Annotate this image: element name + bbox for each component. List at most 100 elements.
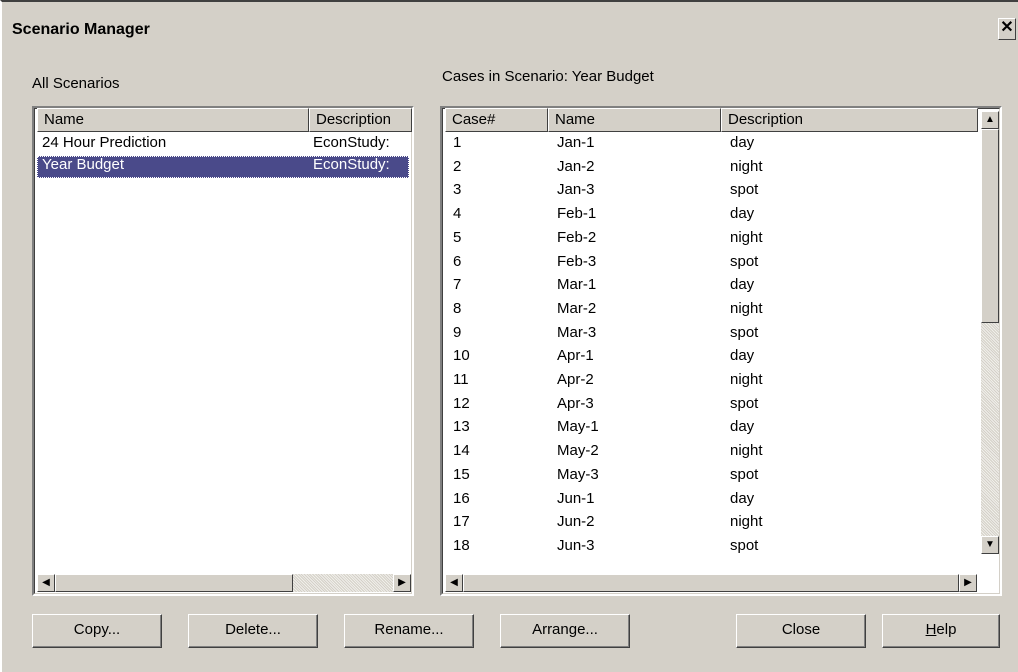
case-name: Mar-2 — [557, 299, 597, 317]
cases-label: Cases in Scenario: Year Budget — [442, 68, 654, 85]
arrange-button[interactable]: Arrange... — [500, 614, 630, 648]
help-mnemonic: H — [925, 621, 937, 638]
case-name: May-3 — [557, 465, 599, 483]
case-row[interactable]: 17 Jun-2 night — [445, 513, 979, 535]
case-row[interactable]: 11 Apr-2 night — [445, 371, 979, 393]
scenario-row[interactable]: Year Budget EconStudy: — [37, 156, 409, 178]
case-case: 11 — [453, 371, 469, 388]
case-row[interactable]: 6 Feb-3 spot — [445, 253, 979, 275]
all-scenarios-label: All Scenarios — [32, 75, 120, 92]
cases-scroll-up-button[interactable]: ▲ — [981, 111, 999, 129]
right-arrow-icon: ▶ — [964, 577, 972, 588]
cases-col-description-header[interactable]: Description — [721, 108, 978, 132]
title-bar[interactable]: Scenario Manager ✕ — [4, 16, 1016, 46]
case-name: May-2 — [557, 442, 599, 460]
up-arrow-icon: ▲ — [985, 114, 995, 125]
close-window-button[interactable]: ✕ — [998, 18, 1016, 40]
cases-vscroll-thumb[interactable] — [981, 129, 999, 323]
case-case: 8 — [453, 299, 462, 317]
cases-scroll-left-button[interactable]: ◀ — [445, 574, 463, 592]
case-name: Mar-1 — [557, 276, 597, 294]
close-icon: ✕ — [1000, 19, 1014, 36]
case-description: spot — [730, 536, 759, 554]
scenarios-list[interactable]: Name Description 24 Hour Prediction EconS… — [32, 106, 414, 596]
case-case: 9 — [453, 323, 462, 341]
scenarios-scroll-right-button[interactable]: ▶ — [393, 574, 411, 592]
cases-vscroll-track[interactable] — [981, 323, 999, 536]
case-description: spot — [730, 323, 759, 341]
scenarios-col-description-header[interactable]: Description — [309, 108, 412, 132]
case-row[interactable]: 7 Mar-1 day — [445, 276, 979, 298]
case-description: day — [730, 205, 755, 223]
case-row[interactable]: 4 Feb-1 day — [445, 205, 979, 227]
case-row[interactable]: 15 May-3 spot — [445, 466, 979, 488]
rename-button[interactable]: Rename... — [344, 614, 474, 648]
case-description: day — [730, 347, 755, 365]
help-button[interactable]: Help — [882, 614, 1000, 648]
case-case: 7 — [453, 276, 462, 294]
case-name: Jun-2 — [557, 513, 595, 531]
cases-scroll-down-button[interactable]: ▼ — [981, 536, 999, 554]
case-row[interactable]: 9 Mar-3 spot — [445, 324, 979, 346]
case-name: May-1 — [557, 418, 599, 436]
scenario-description: EconStudy: — [313, 156, 390, 173]
case-description: spot — [730, 252, 759, 270]
case-row[interactable]: 10 Apr-1 day — [445, 347, 979, 369]
case-description: night — [730, 157, 763, 175]
scenarios-col-name-header[interactable]: Name — [37, 108, 309, 132]
case-case: 4 — [453, 205, 462, 223]
case-description: night — [730, 299, 763, 317]
close-button[interactable]: Close — [736, 614, 866, 648]
cases-list[interactable]: Case# Name Description 1 Jan-1 day 2 Jan-2 ni… — [440, 106, 1002, 596]
case-row[interactable]: 14 May-2 night — [445, 442, 979, 464]
cases-hscroll-thumb[interactable] — [463, 574, 959, 592]
case-row[interactable]: 8 Mar-2 night — [445, 300, 979, 322]
case-name: Jun-1 — [557, 489, 595, 507]
cases-scroll-right-button[interactable]: ▶ — [959, 574, 977, 592]
case-description: spot — [730, 181, 759, 199]
case-row[interactable]: 16 Jun-1 day — [445, 490, 979, 512]
case-description: night — [730, 442, 763, 460]
case-row[interactable]: 12 Apr-3 spot — [445, 395, 979, 417]
case-row[interactable]: 5 Feb-2 night — [445, 229, 979, 251]
delete-button[interactable]: Delete... — [188, 614, 318, 648]
case-name: Jun-3 — [557, 536, 595, 554]
case-case: 3 — [453, 181, 462, 199]
case-case: 13 — [453, 418, 470, 436]
case-name: Feb-1 — [557, 205, 597, 223]
scenario-name: 24 Hour Prediction — [42, 134, 167, 151]
scenarios-hscroll-track[interactable] — [293, 574, 393, 592]
case-row[interactable]: 18 Jun-3 spot — [445, 537, 979, 559]
case-case: 10 — [453, 347, 470, 365]
scenarios-hscroll-thumb[interactable] — [55, 574, 293, 592]
scenarios-list-frame — [34, 108, 412, 594]
cases-col-name-header[interactable]: Name — [548, 108, 721, 132]
cases-col-case-header[interactable]: Case# — [445, 108, 548, 132]
copy-button[interactable]: Copy... — [32, 614, 162, 648]
scenario-name: Year Budget — [42, 156, 125, 173]
case-row[interactable]: 2 Jan-2 night — [445, 158, 979, 180]
scenario-row[interactable]: 24 Hour Prediction EconStudy: — [37, 134, 409, 156]
case-description: day — [730, 134, 755, 151]
case-name: Feb-2 — [557, 228, 597, 246]
case-case: 17 — [453, 513, 470, 531]
right-arrow-icon: ▶ — [398, 577, 406, 588]
case-case: 6 — [453, 252, 462, 270]
case-row[interactable]: 3 Jan-3 spot — [445, 181, 979, 203]
help-label: elp — [936, 621, 957, 638]
case-name: Mar-3 — [557, 323, 597, 341]
case-description: spot — [730, 465, 759, 483]
case-row[interactable]: 1 Jan-1 day — [445, 134, 979, 156]
case-case: 1 — [453, 134, 462, 151]
case-description: night — [730, 513, 763, 531]
case-description: day — [730, 418, 755, 436]
case-description: day — [730, 276, 755, 294]
case-description: night — [730, 228, 763, 246]
case-name: Feb-3 — [557, 252, 597, 270]
case-case: 15 — [453, 465, 470, 483]
left-arrow-icon: ◀ — [450, 577, 458, 588]
case-row[interactable]: 13 May-1 day — [445, 418, 979, 440]
case-case: 12 — [453, 394, 470, 412]
down-arrow-icon: ▼ — [985, 539, 995, 550]
scenarios-scroll-left-button[interactable]: ◀ — [37, 574, 55, 592]
